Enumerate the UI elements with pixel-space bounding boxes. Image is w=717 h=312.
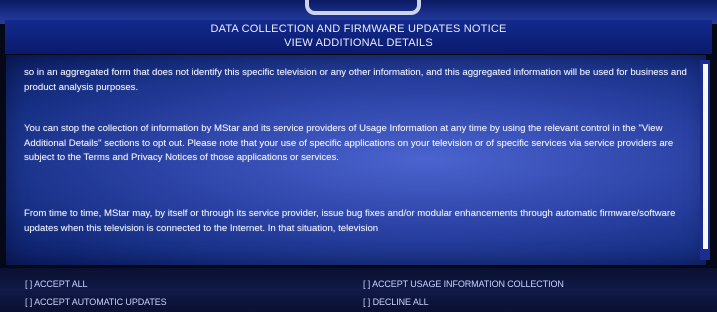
notice-header: DATA COLLECTION AND FIRMWARE UPDATES NOT…	[5, 20, 712, 54]
accept-all-option[interactable]: [ ] ACCEPT ALL	[25, 279, 88, 289]
notice-paragraph: From time to time, MStar may, by itself …	[24, 208, 676, 234]
accept-automatic-updates-option[interactable]: [ ] ACCEPT AUTOMATIC UPDATES	[25, 297, 167, 307]
accept-usage-information-option[interactable]: [ ] ACCEPT USAGE INFORMATION COLLECTION	[363, 279, 564, 289]
notice-paragraph: You can stop the collection of informati…	[24, 123, 674, 163]
decline-all-option[interactable]: [ ] DECLINE ALL	[363, 297, 429, 307]
notice-paragraph: so in an aggregated form that does not i…	[24, 67, 687, 93]
notice-text-panel: so in an aggregated form that does not i…	[6, 55, 706, 265]
scrollbar-thumb[interactable]	[703, 64, 708, 249]
view-additional-details-link[interactable]: VIEW ADDITIONAL DETAILS	[5, 37, 712, 49]
logo-fragment	[305, 0, 421, 15]
tv-screen: DATA COLLECTION AND FIRMWARE UPDATES NOT…	[0, 0, 717, 312]
notice-title: DATA COLLECTION AND FIRMWARE UPDATES NOT…	[210, 23, 507, 35]
